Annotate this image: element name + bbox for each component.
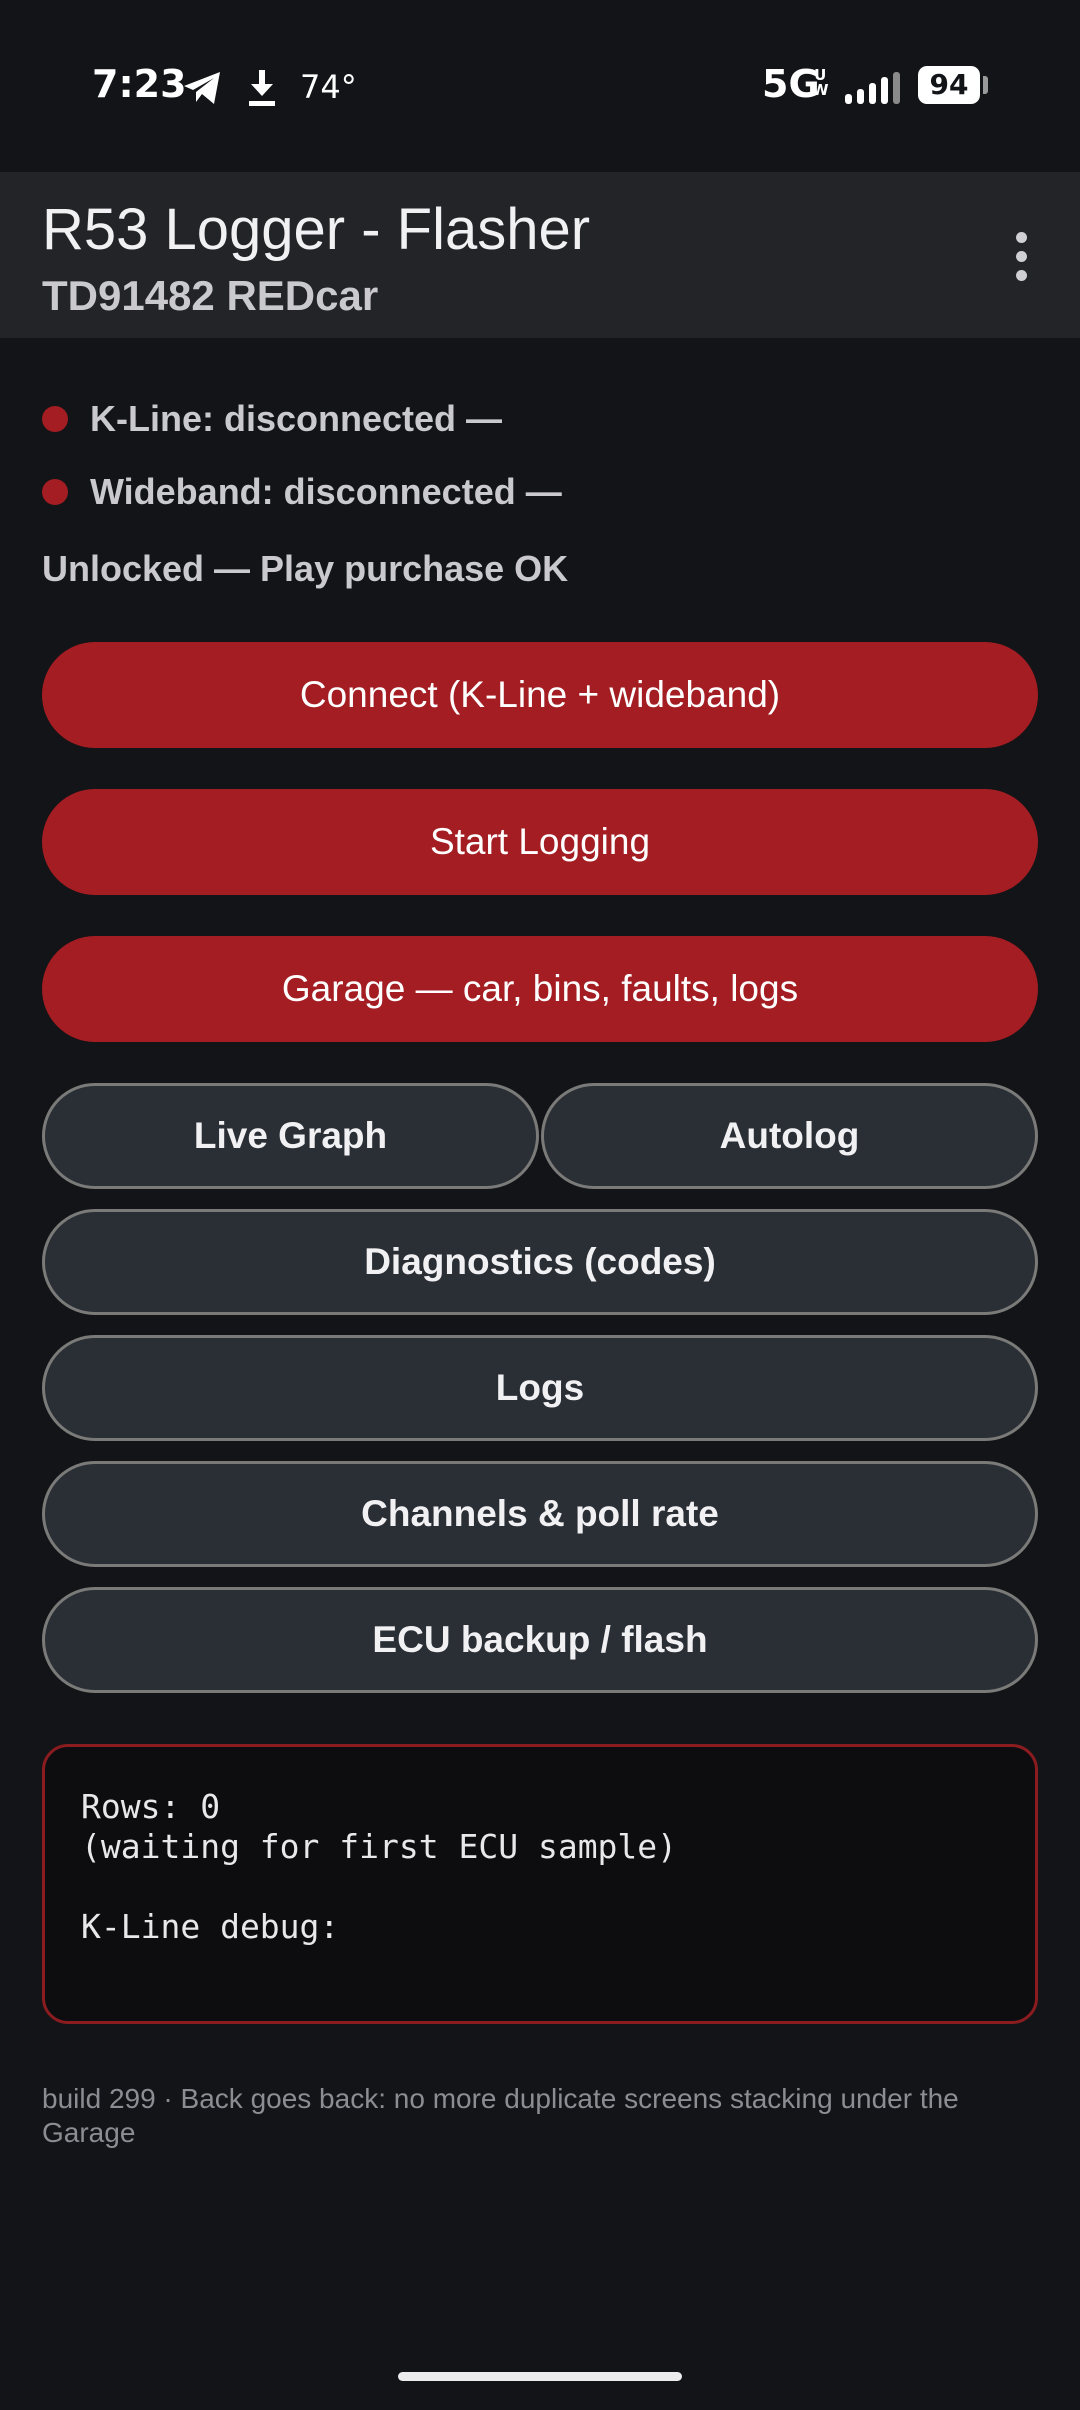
garage-button[interactable]: Garage — car, bins, faults, logs: [42, 936, 1038, 1042]
console-waiting: (waiting for first ECU sample): [81, 1827, 678, 1866]
network-sub: UW: [812, 66, 829, 99]
status-bar: 7:23 74° 5G UW 94: [0, 0, 1080, 172]
wideband-status-text: Wideband: disconnected —: [90, 471, 562, 512]
network-type: 5G: [762, 62, 820, 106]
kline-status: K-Line: disconnected —: [42, 397, 502, 441]
status-time: 7:23: [92, 62, 187, 106]
console-kline-debug: K-Line debug:: [81, 1907, 340, 1946]
more-vert-icon[interactable]: [1006, 232, 1036, 288]
build-note: build 299 · Back goes back: no more dupl…: [42, 2083, 959, 2148]
unlock-status: Unlocked — Play purchase OK: [42, 548, 569, 589]
autolog-button[interactable]: Autolog: [541, 1083, 1038, 1189]
console-blank: [81, 1867, 999, 1907]
diagnostics-button[interactable]: Diagnostics (codes): [42, 1209, 1038, 1315]
kline-status-text: K-Line: disconnected —: [90, 398, 503, 439]
connect-button[interactable]: Connect (K-Line + wideband): [42, 642, 1038, 748]
logs-button[interactable]: Logs: [42, 1335, 1038, 1441]
ecu-backup-button[interactable]: ECU backup / flash: [42, 1587, 1038, 1693]
app-subtitle: TD91482 REDcar: [42, 272, 379, 319]
console-rows: Rows: 0: [81, 1787, 221, 1826]
log-console: Rows: 0 (waiting for first ECU sample) K…: [42, 1744, 1038, 2024]
signal-icon: [845, 72, 900, 104]
kline-status-dot: [42, 406, 68, 432]
download-icon: [249, 70, 275, 106]
app-title: R53 Logger - Flasher: [42, 197, 591, 262]
wideband-status-dot: [42, 479, 68, 505]
start-logging-button[interactable]: Start Logging: [42, 789, 1038, 895]
telegram-icon: [184, 72, 220, 104]
channels-button[interactable]: Channels & poll rate: [42, 1461, 1038, 1567]
home-indicator[interactable]: [398, 2372, 682, 2381]
live-graph-button[interactable]: Live Graph: [42, 1083, 539, 1189]
battery-icon: 94: [918, 66, 980, 104]
status-temperature: 74°: [300, 68, 357, 106]
app-bar: R53 Logger - Flasher TD91482 REDcar: [0, 172, 1080, 338]
battery-tip: [983, 76, 988, 94]
wideband-status: Wideband: disconnected —: [42, 470, 562, 514]
